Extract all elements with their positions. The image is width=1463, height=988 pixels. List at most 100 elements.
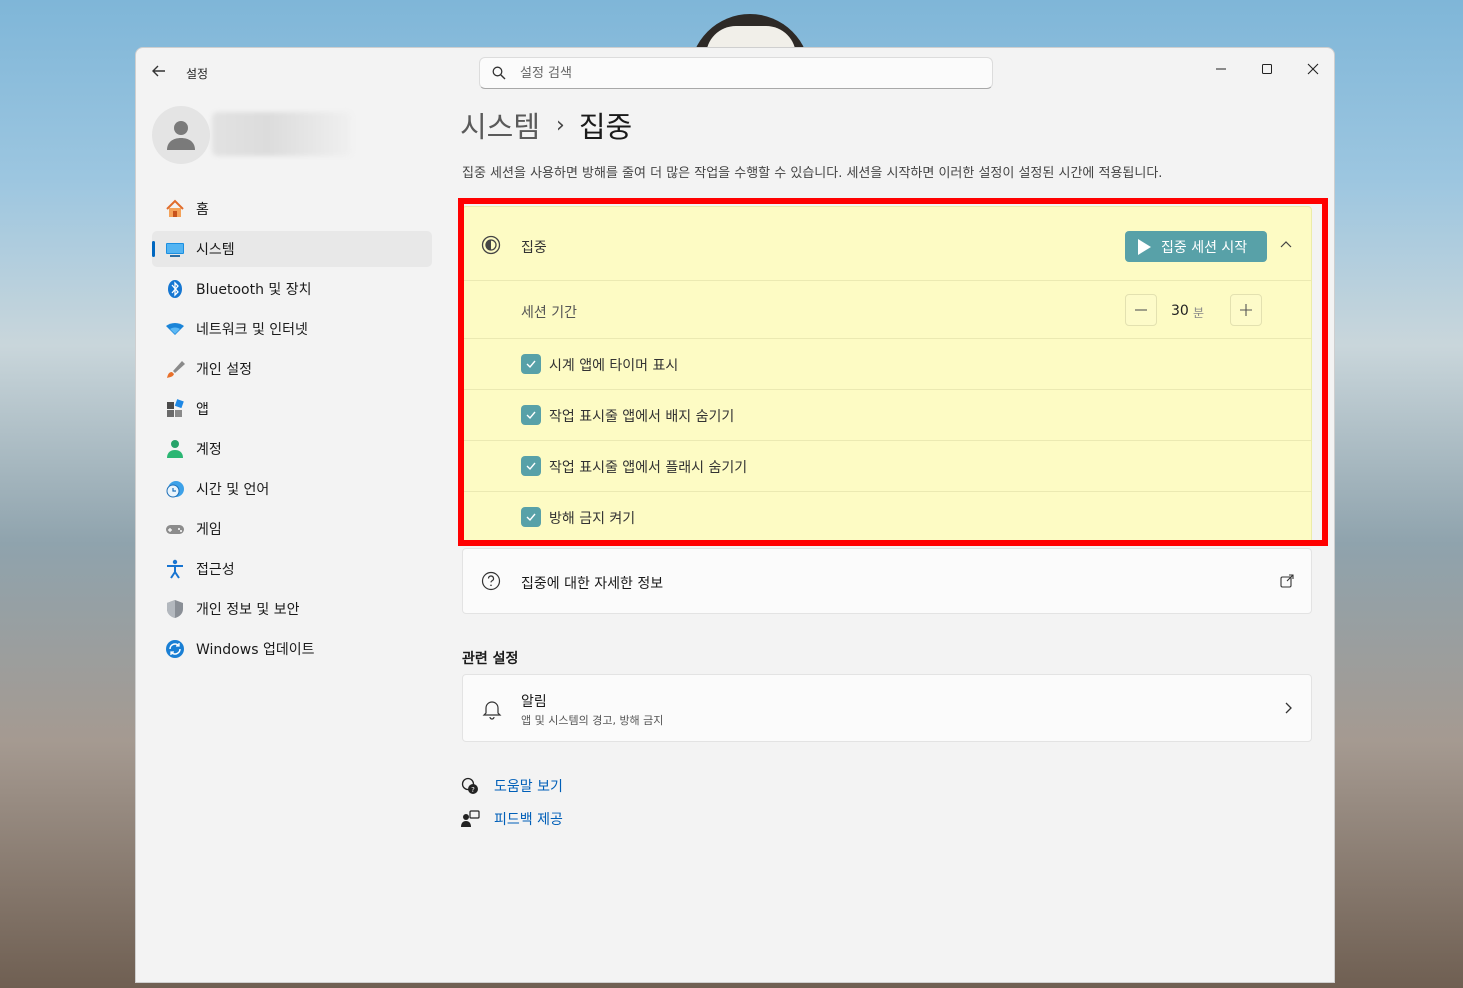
user-profile[interactable] bbox=[152, 106, 432, 166]
session-duration-label: 세션 기간 bbox=[521, 305, 577, 321]
gamepad-icon bbox=[164, 518, 186, 540]
brush-icon bbox=[164, 358, 186, 380]
focus-header-row[interactable]: 집중 집중 세션 시작 bbox=[463, 207, 1311, 281]
breadcrumb-parent[interactable]: 시스템 bbox=[460, 104, 540, 146]
do-not-disturb-checkbox[interactable] bbox=[521, 507, 541, 527]
sidebar-item-time-language[interactable]: 시간 및 언어 bbox=[152, 471, 432, 507]
sidebar-item-apps[interactable]: 앱 bbox=[152, 391, 432, 427]
sidebar-item-network[interactable]: 네트워크 및 인터넷 bbox=[152, 311, 432, 347]
close-button[interactable] bbox=[1290, 54, 1334, 84]
system-icon bbox=[164, 238, 186, 260]
bell-icon bbox=[482, 701, 502, 720]
hide-flashing-checkbox[interactable] bbox=[521, 456, 541, 476]
check-row-hide-badges[interactable]: 작업 표시줄 앱에서 배지 숨기기 bbox=[463, 390, 1311, 441]
decrease-duration-button[interactable] bbox=[1125, 294, 1157, 326]
clock-globe-icon bbox=[164, 478, 186, 500]
sidebar-item-label: Windows 업데이트 bbox=[196, 642, 315, 658]
maximize-icon bbox=[1262, 64, 1272, 74]
sidebar-item-label: 시간 및 언어 bbox=[196, 482, 270, 498]
title-bar: 설정 bbox=[136, 48, 1334, 98]
checkmark-icon bbox=[526, 462, 536, 471]
sidebar-item-label: 계정 bbox=[196, 442, 222, 458]
search-icon bbox=[492, 66, 506, 80]
breadcrumb-separator: › bbox=[556, 112, 565, 138]
apps-icon bbox=[164, 398, 186, 420]
bluetooth-icon bbox=[164, 278, 186, 300]
get-help-link[interactable]: ? 도움말 보기 bbox=[460, 776, 563, 796]
close-icon bbox=[1307, 63, 1319, 75]
start-focus-session-button[interactable]: 집중 세션 시작 bbox=[1125, 231, 1267, 262]
sidebar-item-gaming[interactable]: 게임 bbox=[152, 511, 432, 547]
sidebar-item-accessibility[interactable]: 접근성 bbox=[152, 551, 432, 587]
chevron-right-icon bbox=[1285, 702, 1292, 714]
sidebar-item-label: 접근성 bbox=[196, 562, 235, 578]
search-input[interactable] bbox=[520, 65, 960, 81]
focus-icon bbox=[481, 235, 501, 255]
check-label: 작업 표시줄 앱에서 플래시 숨기기 bbox=[549, 460, 748, 476]
duration-unit: 분 bbox=[1193, 306, 1205, 320]
chevron-up-icon[interactable] bbox=[1278, 237, 1294, 253]
svg-text:?: ? bbox=[471, 786, 475, 794]
sidebar-item-label: 네트워크 및 인터넷 bbox=[196, 322, 308, 338]
increase-duration-button[interactable] bbox=[1230, 294, 1262, 326]
avatar bbox=[152, 106, 210, 164]
checkmark-icon bbox=[526, 513, 536, 522]
sidebar-item-privacy[interactable]: 개인 정보 및 보안 bbox=[152, 591, 432, 627]
settings-window: 설정 홈 시스템 bbox=[135, 47, 1335, 983]
account-icon bbox=[164, 438, 186, 460]
timer-checkbox[interactable] bbox=[521, 354, 541, 374]
notifications-subtitle: 앱 및 시스템의 경고, 방해 금지 bbox=[521, 714, 664, 727]
page-description: 집중 세션을 사용하면 방해를 줄여 더 많은 작업을 수행할 수 있습니다. … bbox=[462, 166, 1163, 181]
duration-value: 30 bbox=[1171, 303, 1189, 319]
home-icon bbox=[164, 198, 186, 220]
start-focus-session-label: 집중 세션 시작 bbox=[1161, 239, 1248, 256]
sidebar-item-label: 개인 설정 bbox=[196, 362, 252, 378]
search-box[interactable] bbox=[479, 57, 993, 89]
minimize-button[interactable] bbox=[1198, 54, 1244, 84]
check-label: 시계 앱에 타이머 표시 bbox=[549, 358, 679, 374]
sidebar-item-label: 시스템 bbox=[196, 242, 235, 258]
focus-title: 집중 bbox=[521, 240, 547, 256]
help-circle-icon bbox=[481, 571, 501, 591]
app-title: 설정 bbox=[186, 67, 209, 81]
focus-info-label: 집중에 대한 자세한 정보 bbox=[521, 576, 664, 592]
check-label: 작업 표시줄 앱에서 배지 숨기기 bbox=[549, 409, 735, 425]
notifications-card[interactable]: 알림 앱 및 시스템의 경고, 방해 금지 bbox=[462, 674, 1312, 742]
related-settings-heading: 관련 설정 bbox=[462, 651, 519, 667]
focus-info-link-card[interactable]: 집중에 대한 자세한 정보 bbox=[462, 548, 1312, 614]
hide-badges-checkbox[interactable] bbox=[521, 405, 541, 425]
sidebar-item-bluetooth[interactable]: Bluetooth 및 장치 bbox=[152, 271, 432, 307]
sidebar-item-home[interactable]: 홈 bbox=[152, 191, 432, 227]
sidebar-item-label: 앱 bbox=[196, 402, 209, 418]
minimize-icon bbox=[1216, 68, 1226, 70]
give-feedback-label: 피드백 제공 bbox=[494, 812, 563, 828]
plus-icon bbox=[1240, 304, 1252, 316]
focus-settings-card: 집중 집중 세션 시작 세션 기간 30 분 시계 앱에 타이머 표시 작업 표… bbox=[462, 206, 1312, 544]
page-title: 집중 bbox=[578, 110, 633, 144]
back-arrow-icon bbox=[152, 65, 165, 77]
sidebar-item-accounts[interactable]: 계정 bbox=[152, 431, 432, 467]
play-icon bbox=[1138, 238, 1151, 255]
check-row-hide-flashing[interactable]: 작업 표시줄 앱에서 플래시 숨기기 bbox=[463, 441, 1311, 492]
wifi-icon bbox=[164, 318, 186, 340]
check-row-do-not-disturb[interactable]: 방해 금지 켜기 bbox=[463, 492, 1311, 543]
get-help-label: 도움말 보기 bbox=[494, 779, 563, 795]
sidebar-item-system[interactable]: 시스템 bbox=[152, 231, 432, 267]
shield-icon bbox=[164, 598, 186, 620]
check-row-timer[interactable]: 시계 앱에 타이머 표시 bbox=[463, 339, 1311, 390]
external-link-icon bbox=[1280, 574, 1294, 588]
feedback-icon bbox=[461, 810, 480, 827]
help-chat-icon: ? bbox=[461, 777, 478, 794]
accessibility-icon bbox=[164, 558, 186, 580]
checkmark-icon bbox=[526, 360, 536, 369]
sidebar-item-personalization[interactable]: 개인 설정 bbox=[152, 351, 432, 387]
update-icon bbox=[164, 638, 186, 660]
breadcrumb: 시스템 › 집중 bbox=[460, 104, 632, 146]
back-button[interactable] bbox=[148, 62, 170, 84]
maximize-button[interactable] bbox=[1244, 54, 1290, 84]
minus-icon bbox=[1135, 309, 1147, 311]
sidebar-item-windows-update[interactable]: Windows 업데이트 bbox=[152, 631, 432, 667]
checkmark-icon bbox=[526, 411, 536, 420]
sidebar-item-label: 게임 bbox=[196, 522, 222, 538]
give-feedback-link[interactable]: 피드백 제공 bbox=[460, 809, 563, 829]
